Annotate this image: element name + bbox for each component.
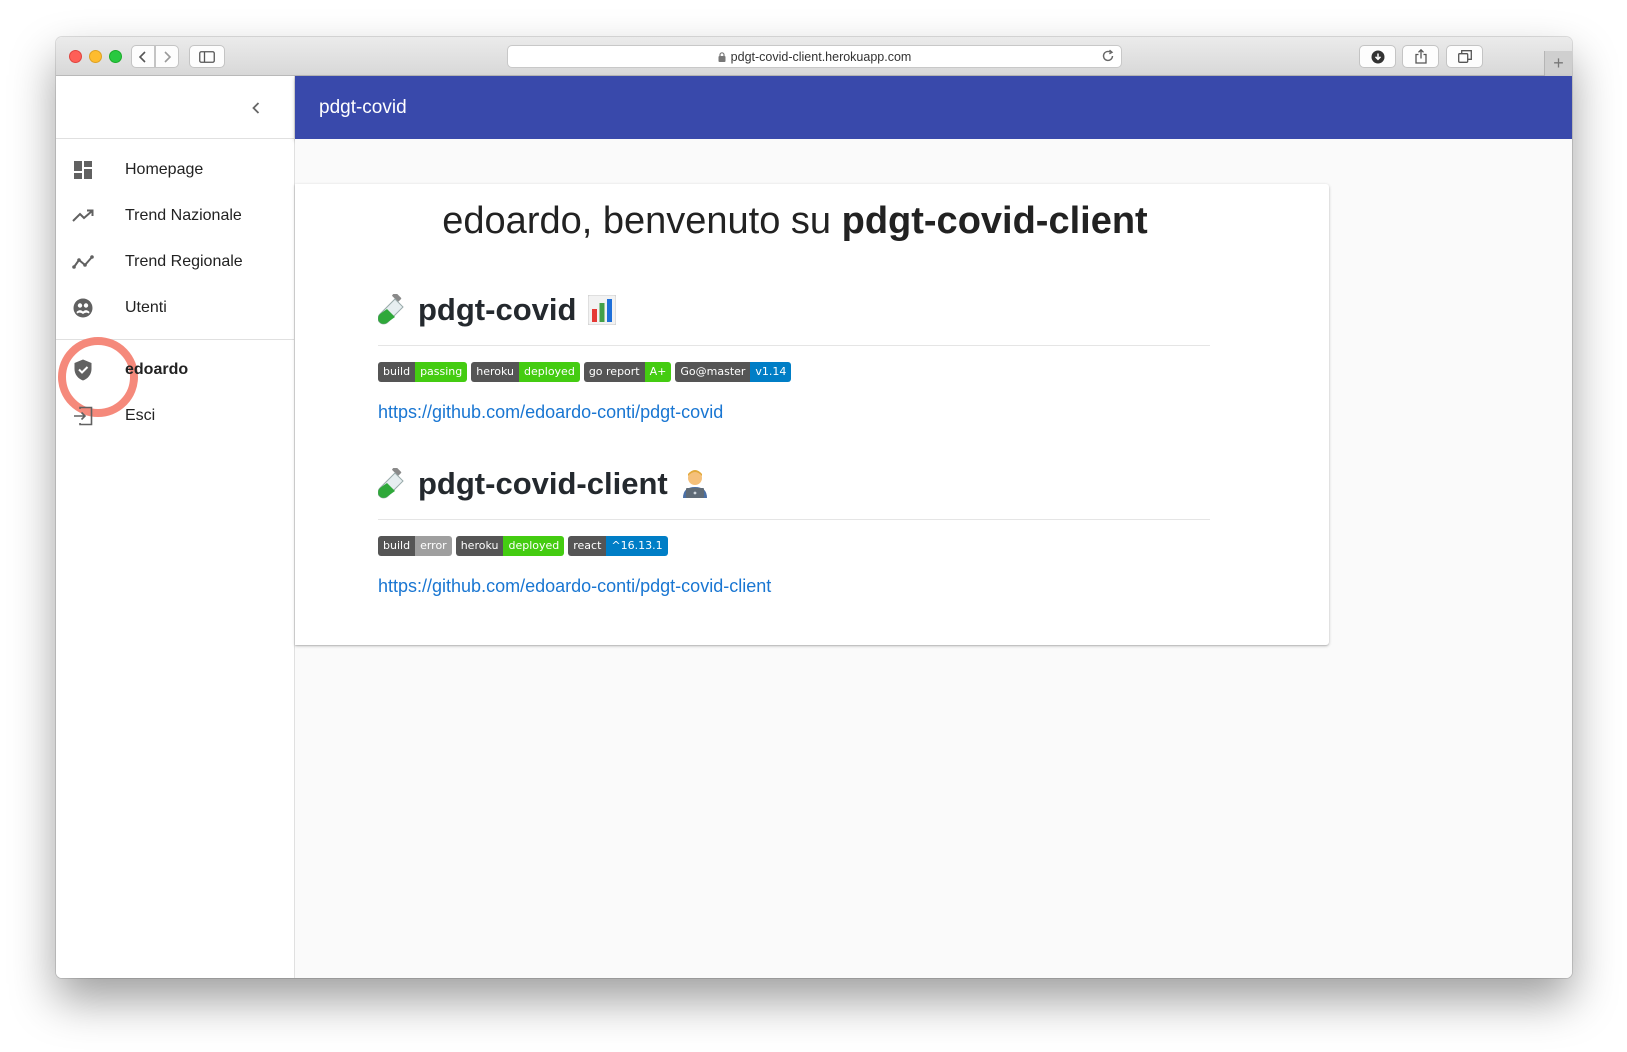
section-heading: pdgt-covid-client xyxy=(378,466,710,502)
test-tube-icon xyxy=(378,294,408,326)
sidebar-icon xyxy=(199,50,215,63)
badge-label: go report xyxy=(583,362,645,382)
lock-icon xyxy=(718,51,726,62)
readme-card: edoardo, benvenuto su pdgt-covid-client … xyxy=(295,184,1329,645)
share-icon xyxy=(1414,49,1427,64)
sidebar-header xyxy=(56,76,294,139)
close-window-button[interactable] xyxy=(69,50,82,63)
sidebar: Homepage Trend Nazionale Trend Regionale… xyxy=(56,76,295,978)
badge-value: passing xyxy=(415,362,468,382)
build-badge[interactable]: build passing xyxy=(378,362,468,382)
technologist-icon xyxy=(680,469,710,499)
section-divider xyxy=(378,519,1210,520)
sidebar-item-label: edoardo xyxy=(125,361,189,378)
app-bar: pdgt-covid xyxy=(295,76,1572,139)
sidebar-item-esci[interactable]: Esci xyxy=(56,393,294,439)
people-icon xyxy=(71,296,95,320)
reload-icon[interactable] xyxy=(1101,49,1115,66)
badge-row: build passing heroku deployed go report A+ … xyxy=(378,362,792,382)
dashboard-icon xyxy=(71,158,95,182)
welcome-app-name: pdgt-covid-client xyxy=(841,200,1148,242)
trending-up-icon xyxy=(71,204,95,228)
sidebar-item-trend-nazionale[interactable]: Trend Nazionale xyxy=(56,193,294,239)
section-title: pdgt-covid xyxy=(418,292,577,327)
browser-toolbar: pdgt-covid-client.herokuapp.com + xyxy=(56,37,1572,76)
badge-value: A+ xyxy=(644,362,672,382)
chevron-left-icon xyxy=(252,102,260,114)
address-bar[interactable]: pdgt-covid-client.herokuapp.com xyxy=(507,45,1122,68)
browser-window: pdgt-covid-client.herokuapp.com + Homepa… xyxy=(56,37,1572,978)
sidebar-item-label: Utenti xyxy=(125,299,167,316)
sidebar-toggle-button[interactable] xyxy=(189,45,225,68)
app-title: pdgt-covid xyxy=(319,96,407,118)
badge-value: v1.14 xyxy=(750,362,792,382)
new-tab-button[interactable]: + xyxy=(1544,51,1572,76)
heroku-badge[interactable]: heroku deployed xyxy=(455,536,565,556)
collapse-sidebar-button[interactable] xyxy=(246,98,266,118)
bar-chart-icon xyxy=(588,295,617,325)
sidebar-item-label: Esci xyxy=(125,407,156,424)
plus-icon: + xyxy=(1553,53,1564,73)
badge-label: heroku xyxy=(471,362,520,382)
section-divider xyxy=(378,345,1210,346)
heroku-badge[interactable]: heroku deployed xyxy=(471,362,580,382)
welcome-heading: edoardo, benvenuto su pdgt-covid-client xyxy=(295,200,1295,243)
badge-label: build xyxy=(378,536,416,556)
badge-value: deployed xyxy=(519,362,580,382)
badge-value: deployed xyxy=(503,536,565,556)
badge-value: ^16.13.1 xyxy=(606,536,668,556)
badge-label: build xyxy=(378,362,416,382)
forward-button[interactable] xyxy=(155,45,179,68)
go-report-badge[interactable]: go report A+ xyxy=(583,362,672,382)
tabs-icon xyxy=(1457,50,1472,63)
url-text: pdgt-covid-client.herokuapp.com xyxy=(730,49,912,64)
downloads-button[interactable] xyxy=(1359,45,1396,68)
timeline-icon xyxy=(71,250,95,274)
section-title: pdgt-covid-client xyxy=(418,466,668,501)
sidebar-item-label: Homepage xyxy=(125,161,204,178)
share-button[interactable] xyxy=(1402,45,1439,68)
badge-row: build error heroku deployed react ^16.13.1 xyxy=(378,536,668,556)
sidebar-item-homepage[interactable]: Homepage xyxy=(56,147,294,193)
section-heading: pdgt-covid xyxy=(378,292,617,328)
badge-label: heroku xyxy=(455,536,504,556)
repo-link-pdgt-covid-client[interactable]: https://github.com/edoardo-conti/pdgt-co… xyxy=(378,576,771,597)
minimize-window-button[interactable] xyxy=(89,50,102,63)
back-button[interactable] xyxy=(131,45,155,68)
sidebar-item-utenti[interactable]: Utenti xyxy=(56,285,294,331)
chevron-right-icon xyxy=(164,50,172,63)
chevron-left-icon xyxy=(138,50,146,63)
sidebar-nav: Homepage Trend Nazionale Trend Regionale… xyxy=(56,139,294,331)
download-icon xyxy=(1371,50,1384,63)
build-badge[interactable]: build error xyxy=(378,536,452,556)
badge-label: react xyxy=(568,536,607,556)
sidebar-item-trend-regionale[interactable]: Trend Regionale xyxy=(56,239,294,285)
sidebar-item-label: Trend Nazionale xyxy=(125,207,242,224)
test-tube-icon xyxy=(378,468,408,500)
verified-shield-icon xyxy=(58,337,138,417)
main-content: edoardo, benvenuto su pdgt-covid-client … xyxy=(295,139,1572,978)
sidebar-item-label: Trend Regionale xyxy=(125,253,243,270)
zoom-window-button[interactable] xyxy=(109,50,122,63)
go-version-badge[interactable]: Go@master v1.14 xyxy=(675,362,792,382)
welcome-text: edoardo, benvenuto su xyxy=(442,200,842,242)
react-badge[interactable]: react ^16.13.1 xyxy=(568,536,668,556)
repo-link-pdgt-covid[interactable]: https://github.com/edoardo-conti/pdgt-co… xyxy=(378,402,723,423)
tabs-overview-button[interactable] xyxy=(1446,45,1483,68)
user-section: edoardo Esci xyxy=(56,337,294,439)
badge-value: error xyxy=(415,536,452,556)
sidebar-item-user[interactable]: edoardo xyxy=(56,337,294,417)
badge-label: Go@master xyxy=(675,362,751,382)
logout-icon xyxy=(71,404,95,428)
